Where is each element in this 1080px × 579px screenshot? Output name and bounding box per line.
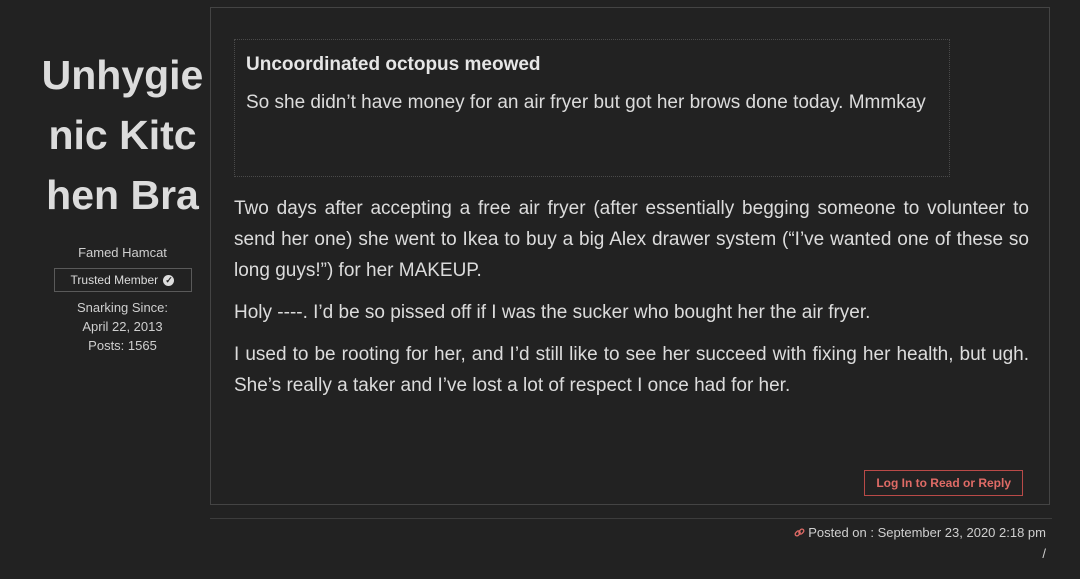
quote-text: So she didn’t have money for an air frye… xyxy=(246,92,926,113)
author-panel: Unhygienic Kitchen Bra Famed Hamcat Trus… xyxy=(30,40,215,355)
post-date: Posted on : September 23, 2020 2:18 pm xyxy=(794,525,1046,540)
post-paragraph: I used to be rooting for her, and I’d st… xyxy=(234,344,1029,396)
forum-post: Unhygienic Kitchen Bra Famed Hamcat Trus… xyxy=(0,0,1080,579)
login-to-reply-button[interactable]: Log In to Read or Reply xyxy=(864,470,1023,496)
footer-separator: / xyxy=(1042,546,1046,561)
author-title: Famed Hamcat xyxy=(78,245,167,260)
post-body: Two days after accepting a free air frye… xyxy=(234,193,1029,412)
trusted-member-badge: Trusted Member ✓ xyxy=(53,268,192,292)
post-paragraph: Holy ----. I’d be so pissed off if I was… xyxy=(234,302,871,323)
badge-label: Trusted Member xyxy=(70,273,159,287)
author-name[interactable]: Unhygienic Kitchen Bra xyxy=(30,45,215,225)
post-count: Posts: 1565 xyxy=(88,338,157,353)
quote-author: Uncoordinated octopus meowed xyxy=(246,54,541,75)
post-paragraph: Two days after accepting a free air frye… xyxy=(234,198,1029,281)
snarking-since-label: Snarking Since: xyxy=(76,300,169,315)
posted-on-text[interactable]: Posted on : September 23, 2020 2:18 pm xyxy=(808,525,1046,540)
quote-block: Uncoordinated octopus meowed So she didn… xyxy=(234,39,950,177)
snarking-since-date: April 22, 2013 xyxy=(82,319,163,334)
author-meta: Snarking Since: April 22, 2013 Posts: 15… xyxy=(30,298,215,355)
link-icon[interactable] xyxy=(794,526,808,540)
check-circle-icon: ✓ xyxy=(163,275,175,287)
post-content-box: Uncoordinated octopus meowed So she didn… xyxy=(210,7,1050,505)
post-divider xyxy=(210,518,1052,519)
